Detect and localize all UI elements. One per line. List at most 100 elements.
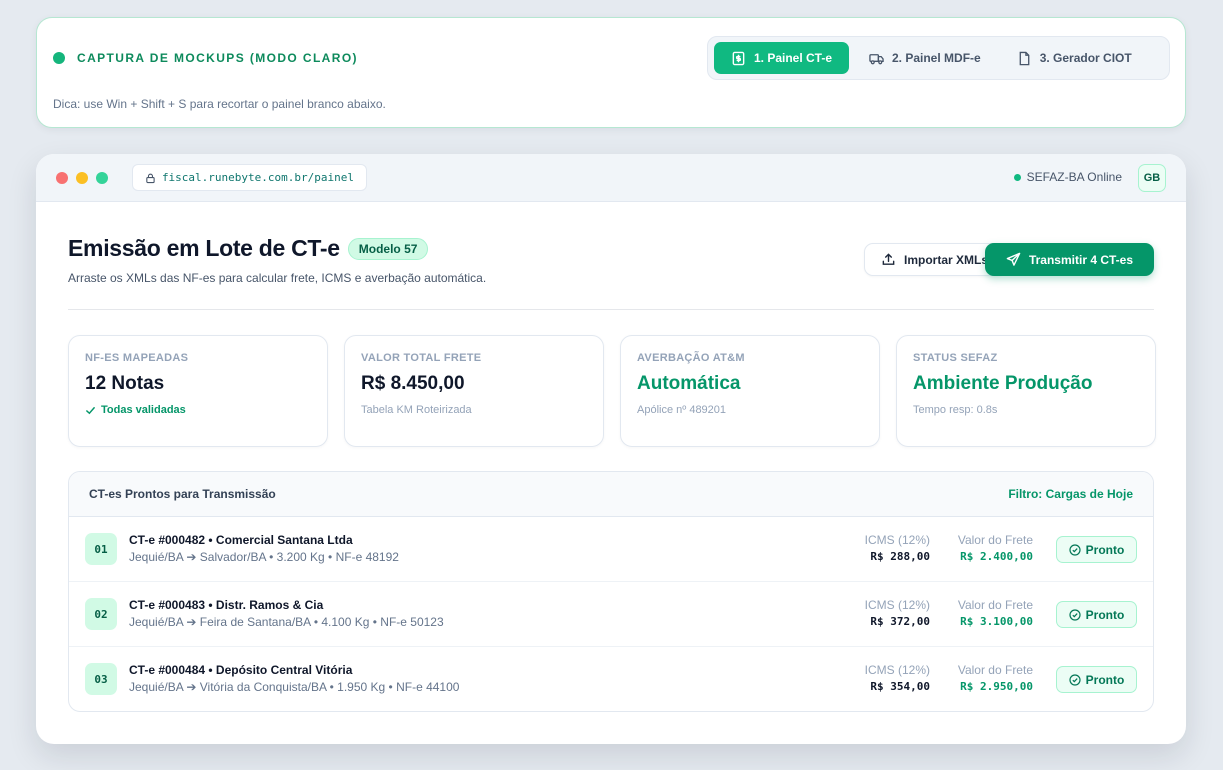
browser-window: fiscal.runebyte.com.br/painel SEFAZ-BA O…: [36, 154, 1186, 744]
check-circle-icon: [1069, 608, 1081, 621]
table-row[interactable]: 01 CT-e #000482 • Comercial Santana Ltda…: [69, 517, 1153, 582]
stat-value: R$ 8.450,00: [361, 373, 465, 394]
tab-label: 1. Painel CT-e: [753, 51, 833, 65]
status-label: Pronto: [1085, 542, 1125, 557]
stat-label: VALOR TOTAL FRETE: [361, 352, 482, 364]
import-xmls-button[interactable]: Importar XMLs: [863, 243, 1005, 276]
icms-value: R$ 354,00: [870, 680, 930, 693]
tab-painel-mdfe[interactable]: 2. Painel MDF-e: [853, 42, 997, 74]
url-text: fiscal.runebyte.com.br/painel: [161, 171, 354, 184]
status-dot-icon: [53, 52, 65, 64]
icms-label: ICMS (12%): [864, 598, 930, 612]
stat-card-frete: VALOR TOTAL FRETE R$ 8.450,00 Tabela KM …: [344, 335, 604, 447]
stat-value: 12 Notas: [85, 373, 165, 394]
icms-label: ICMS (12%): [864, 533, 930, 547]
transmit-button[interactable]: Transmitir 4 CT-es: [985, 243, 1154, 276]
stat-card-averbacao: AVERBAÇÃO AT&M Automática Apólice nº 489…: [620, 335, 880, 447]
mockup-tabs: 1. Painel CT-e 2. Painel MDF-e 3. Gerado…: [707, 36, 1170, 80]
stat-note: Tempo resp: 0.8s: [913, 404, 998, 416]
status-label: Pronto: [1085, 607, 1125, 622]
status-badge[interactable]: Pronto: [1056, 666, 1137, 693]
avatar[interactable]: GB: [1138, 164, 1166, 192]
truck-icon: [869, 53, 884, 64]
row-frete: Valor do Frete R$ 2.400,00: [958, 533, 1033, 563]
stat-note: Todas validadas: [85, 404, 311, 416]
row-number: 01: [85, 533, 117, 565]
row-number: 03: [85, 663, 117, 695]
url-bar[interactable]: fiscal.runebyte.com.br/painel: [132, 164, 367, 191]
icms-label: ICMS (12%): [864, 663, 930, 677]
icms-value: R$ 372,00: [870, 615, 930, 628]
stats-row: NF-ES MAPEADAS 12 Notas Todas validadas …: [68, 335, 1156, 447]
capture-title-text: CAPTURA DE MOCKUPS (MODO CLARO): [77, 51, 358, 65]
status-badge[interactable]: Pronto: [1056, 536, 1137, 563]
window-controls: [56, 172, 108, 184]
row-icms: ICMS (12%) R$ 372,00: [865, 598, 930, 628]
row-frete: Valor do Frete R$ 2.950,00: [958, 663, 1033, 693]
minimize-window-icon[interactable]: [76, 172, 88, 184]
transmit-label: Transmitir 4 CT-es: [1028, 252, 1134, 267]
tab-label: 3. Gerador CIOT: [1039, 51, 1132, 65]
tab-gerador-ciot[interactable]: 3. Gerador CIOT: [1001, 42, 1148, 74]
tab-label: 2. Painel MDF-e: [892, 51, 981, 65]
table-header: CT-es Prontos para Transmissão Filtro: C…: [69, 472, 1153, 517]
model-badge: Modelo 57: [347, 237, 429, 260]
table-row[interactable]: 02 CT-e #000483 • Distr. Ramos & Cia Jeq…: [69, 582, 1153, 647]
stat-value: Automática: [637, 373, 741, 394]
capture-tip: Dica: use Win + Shift + S para recortar …: [53, 97, 386, 111]
cte-table: CT-es Prontos para Transmissão Filtro: C…: [68, 471, 1154, 712]
status-badge[interactable]: Pronto: [1056, 601, 1137, 628]
table-filter-link[interactable]: Filtro: Cargas de Hoje: [1008, 487, 1133, 501]
stat-card-sefaz: STATUS SEFAZ Ambiente Produção Tempo res…: [896, 335, 1156, 447]
frete-value: R$ 3.100,00: [960, 615, 1033, 628]
frete-label: Valor do Frete: [957, 533, 1033, 547]
stat-card-nfes: NF-ES MAPEADAS 12 Notas Todas validadas: [68, 335, 328, 447]
tab-painel-cte[interactable]: 1. Painel CT-e: [714, 42, 849, 74]
row-icms: ICMS (12%) R$ 288,00: [865, 533, 930, 563]
status-label: Pronto: [1085, 672, 1125, 687]
row-frete: Valor do Frete R$ 3.100,00: [958, 598, 1033, 628]
row-route: Jequié/BA ➔ Feira de Santana/BA • 4.100 …: [129, 615, 444, 629]
check-icon: [86, 406, 95, 414]
icms-value: R$ 288,00: [870, 550, 930, 563]
page-title: Emissão em Lote de CT-e: [68, 235, 340, 261]
sefaz-status: SEFAZ-BA Online: [1013, 170, 1122, 184]
close-window-icon[interactable]: [56, 172, 68, 184]
import-label: Importar XMLs: [903, 252, 988, 267]
capture-title: CAPTURA DE MOCKUPS (MODO CLARO): [53, 51, 358, 65]
send-icon: [1006, 252, 1021, 266]
row-title: CT-e #000482 • Comercial Santana Ltda: [129, 533, 353, 547]
stat-label: STATUS SEFAZ: [913, 352, 998, 364]
page-subtitle: Arraste os XMLs das NF-es para calcular …: [68, 271, 487, 285]
row-route: Jequié/BA ➔ Vitória da Conquista/BA • 1.…: [129, 680, 460, 694]
upload-icon: [882, 253, 895, 265]
dollar-doc-icon: [732, 51, 745, 65]
row-icms: ICMS (12%) R$ 354,00: [865, 663, 930, 693]
capture-bar: CAPTURA DE MOCKUPS (MODO CLARO) Dica: us…: [36, 17, 1186, 128]
stat-note: Tabela KM Roteirizada: [361, 404, 472, 416]
frete-value: R$ 2.950,00: [960, 680, 1033, 693]
stat-value: Ambiente Produção: [913, 373, 1093, 394]
row-title: CT-e #000483 • Distr. Ramos & Cia: [129, 598, 324, 612]
page-title-group: Emissão em Lote de CT-e Modelo 57: [68, 235, 429, 262]
stat-note-text: Todas validadas: [101, 404, 186, 416]
frete-value: R$ 2.400,00: [960, 550, 1033, 563]
online-dot-icon: [1013, 173, 1021, 181]
frete-label: Valor do Frete: [957, 598, 1033, 612]
check-circle-icon: [1069, 543, 1081, 556]
row-title: CT-e #000484 • Depósito Central Vitória: [129, 663, 353, 677]
stat-label: AVERBAÇÃO AT&M: [637, 352, 745, 364]
row-route: Jequié/BA ➔ Salvador/BA • 3.200 Kg • NF-…: [129, 550, 399, 564]
table-row[interactable]: 03 CT-e #000484 • Depósito Central Vitór…: [69, 647, 1153, 711]
table-title: CT-es Prontos para Transmissão: [89, 487, 276, 501]
frete-label: Valor do Frete: [957, 663, 1033, 677]
row-number: 02: [85, 598, 117, 630]
maximize-window-icon[interactable]: [96, 172, 108, 184]
sefaz-status-text: SEFAZ-BA Online: [1026, 170, 1122, 184]
lock-icon: [146, 173, 155, 183]
stat-note: Apólice nº 489201: [637, 404, 727, 416]
window-titlebar: fiscal.runebyte.com.br/painel SEFAZ-BA O…: [36, 154, 1186, 202]
check-circle-icon: [1069, 673, 1081, 686]
file-icon: [1019, 51, 1030, 65]
stat-label: NF-ES MAPEADAS: [85, 352, 189, 364]
